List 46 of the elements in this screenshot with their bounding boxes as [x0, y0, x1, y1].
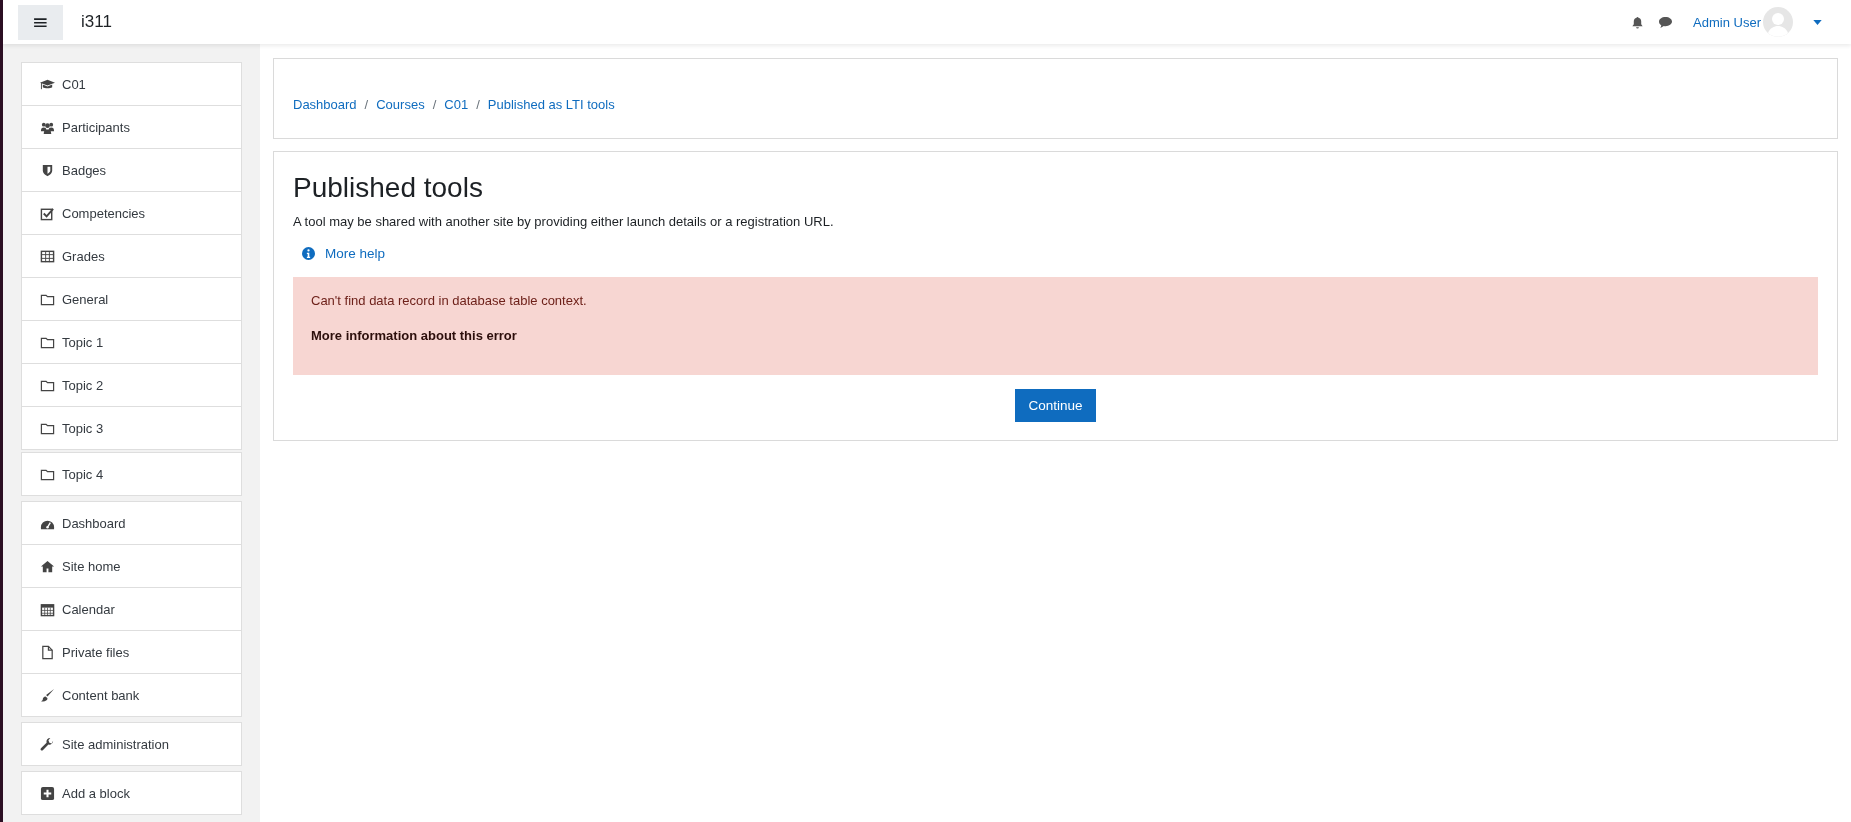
caret-icon[interactable] [1813, 19, 1822, 25]
error-message: Can't find data record in database table context. [311, 293, 588, 308]
shield-icon [40, 162, 55, 178]
nav-item[interactable]: Participants [22, 105, 241, 148]
nav-item[interactable]: Topic 2 [22, 363, 241, 406]
nav-item[interactable]: Calendar [22, 587, 241, 630]
nav-item[interactable]: Badges [22, 148, 241, 191]
checkbox-icon [40, 205, 55, 221]
nav-item[interactable]: Add a block [22, 772, 241, 814]
brush-icon [40, 687, 55, 703]
nav-item[interactable]: Site home [22, 544, 241, 587]
nav-item[interactable]: C01 [22, 63, 241, 105]
site-name[interactable]: i311 [81, 12, 112, 32]
nav-item[interactable]: Content bank [22, 673, 241, 716]
breadcrumb-separator: / [364, 97, 369, 112]
user-name[interactable]: Admin User [1693, 14, 1761, 30]
breadcrumb-link[interactable]: Dashboard [293, 97, 357, 112]
breadcrumb-link[interactable]: C01 [444, 97, 469, 112]
breadcrumb-link[interactable]: Courses [376, 97, 425, 112]
page-title: Published tools [293, 172, 484, 204]
house-icon [40, 558, 55, 574]
table-icon [40, 248, 55, 264]
file-icon [40, 644, 55, 660]
nav-item[interactable]: Grades [22, 234, 241, 277]
breadcrumb-separator: / [432, 97, 437, 112]
nav-item[interactable]: Private files [22, 630, 241, 673]
plus-square-icon [40, 785, 55, 801]
wrench-icon [40, 736, 55, 752]
breadcrumb-link[interactable]: Published as LTI tools [487, 97, 615, 112]
calendar-icon [40, 601, 55, 617]
nav-item[interactable]: General [22, 277, 241, 320]
nav-item[interactable]: Topic 1 [22, 320, 241, 363]
bell-icon[interactable] [1631, 15, 1645, 29]
page-description: A tool may be shared with another site by providing either launch details or a registration URL. [293, 214, 835, 229]
nav-item[interactable]: Topic 4 [22, 453, 241, 495]
info-icon [302, 247, 315, 260]
nav-item[interactable]: Dashboard [22, 502, 241, 544]
menu-button[interactable]: ≡ [18, 4, 63, 40]
help-link[interactable]: More help [325, 246, 386, 261]
error-info-link[interactable]: More information about this error [311, 328, 1800, 343]
nav-item[interactable]: Site administration [22, 723, 241, 765]
chat-bubble-icon[interactable] [1658, 15, 1674, 29]
breadcrumb-separator: / [476, 97, 480, 112]
continue-button[interactable]: Continue [1015, 389, 1096, 422]
nav-item[interactable]: Competencies [22, 191, 241, 234]
nav-item[interactable]: Topic 3 [22, 406, 241, 449]
